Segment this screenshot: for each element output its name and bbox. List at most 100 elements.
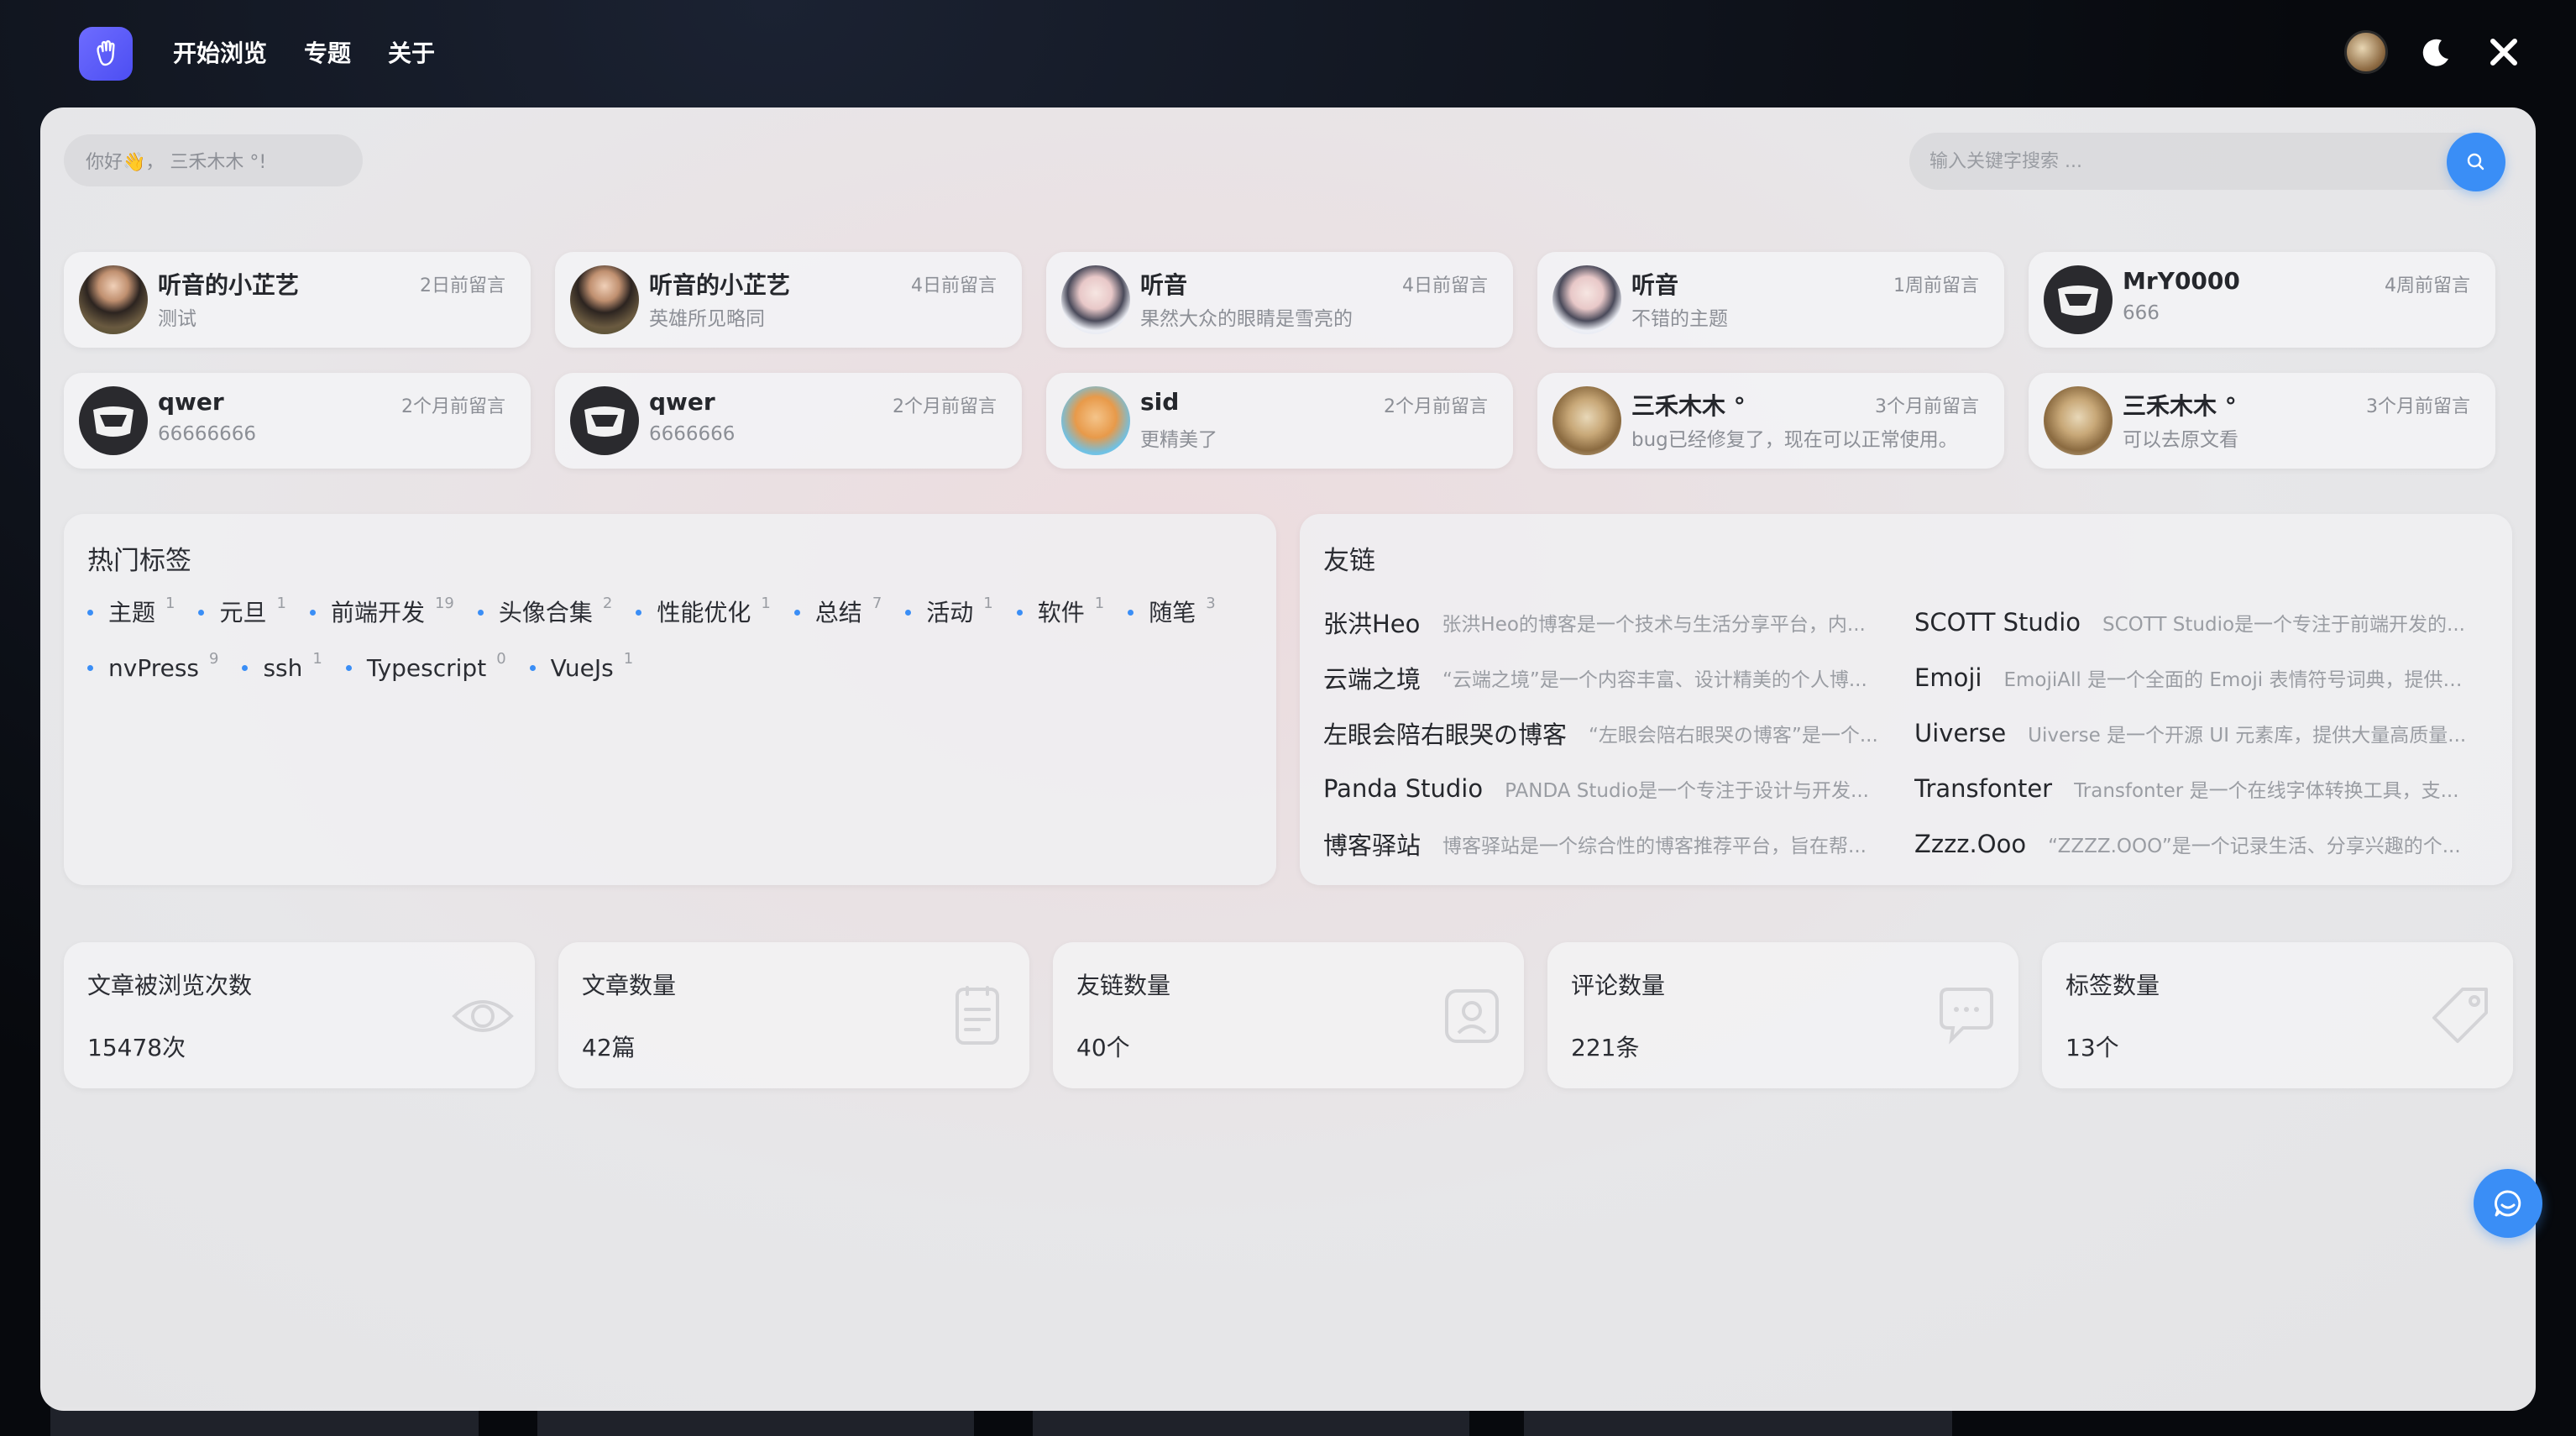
tag-item[interactable]: 性能优化 1 xyxy=(636,595,771,630)
comment-card[interactable]: 三禾木木 ° 3个月前留言 可以去原文看 xyxy=(2029,373,2495,469)
friend-link-name: 云端之境 xyxy=(1323,665,1422,694)
comment-card[interactable]: 三禾木木 ° 3个月前留言 bug已经修复了，现在可以正常使用。 xyxy=(1537,373,2004,469)
comment-author: qwer xyxy=(158,388,224,416)
stat-value: 13个 xyxy=(2066,1034,2119,1061)
friend-link[interactable]: Transfonter Transfonter 是一个在线字体转换工具，支... xyxy=(1914,761,2499,816)
chat-button[interactable] xyxy=(2474,1169,2542,1238)
tag-dot xyxy=(636,610,642,616)
comment-card[interactable]: sid 2个月前留言 更精美了 xyxy=(1046,373,1513,469)
stat-label: 文章数量 xyxy=(582,972,677,999)
comment-text: bug已经修复了，现在可以正常使用。 xyxy=(1631,429,1958,451)
comment-author: 听音的小芷艺 xyxy=(649,271,791,299)
tag-dot xyxy=(87,665,93,671)
tag-item[interactable]: 前端开发 19 xyxy=(309,595,454,630)
friend-link-list: 张洪Heo 张洪Heo的博客是一个技术与生活分享平台，内... SCOTT Stu… xyxy=(1323,595,2499,872)
friend-link[interactable]: 张洪Heo 张洪Heo的博客是一个技术与生活分享平台，内... xyxy=(1323,595,1914,650)
comment-card[interactable]: qwer 2个月前留言 66666666 xyxy=(64,373,531,469)
top-navigation: 开始浏览 专题 关于 xyxy=(0,0,2576,107)
comment-card[interactable]: 听音的小芷艺 4日前留言 英雄所见略同 xyxy=(555,252,1022,348)
friend-link-name: Transfonter xyxy=(1914,774,2053,803)
search-box xyxy=(1909,133,2487,190)
nav-topics[interactable]: 专题 xyxy=(304,34,351,74)
tag-item[interactable]: ssh 1 xyxy=(242,650,322,685)
comment-text: 测试 xyxy=(158,308,196,330)
comment-card[interactable]: 听音的小芷艺 2日前留言 测试 xyxy=(64,252,531,348)
eye-icon xyxy=(452,1000,514,1032)
nav-links: 开始浏览 专题 关于 xyxy=(173,34,435,74)
friend-link-name: SCOTT Studio xyxy=(1914,608,2081,637)
tag-name: 元旦 xyxy=(219,599,267,626)
comment-time: 4日前留言 xyxy=(911,275,997,296)
tag-item[interactable]: 总结 7 xyxy=(793,595,882,630)
friend-link-desc: “云端之境”是一个内容丰富、设计精美的个人博... xyxy=(1442,669,1867,691)
tag-dot xyxy=(529,665,536,671)
friend-link-name: 博客驿站 xyxy=(1323,831,1422,860)
nav-about[interactable]: 关于 xyxy=(388,34,435,74)
comment-author: sid xyxy=(1140,388,1180,416)
friend-link-desc: “左眼会陪右眼哭の博客”是一个... xyxy=(1589,725,1878,747)
friend-link[interactable]: 左眼会陪右眼哭の博客 “左眼会陪右眼哭の博客”是一个... xyxy=(1323,705,1914,761)
comment-card[interactable]: 听音 4日前留言 果然大众的眼睛是雪亮的 xyxy=(1046,252,1513,348)
comment-text: 6666666 xyxy=(649,423,736,445)
site-stats: 文章被浏览次数 15478次 文章数量 42篇 友链数量 40个 评论数量 22… xyxy=(64,942,2513,1088)
comment-card[interactable]: 听音 1周前留言 不错的主题 xyxy=(1537,252,2004,348)
friend-link-desc: “ZZZZ.OOO”是一个记录生活、分享兴趣的个... xyxy=(2048,836,2461,857)
tag-item[interactable]: 元旦 1 xyxy=(198,595,286,630)
user-avatar[interactable] xyxy=(2344,30,2388,74)
tag-dot xyxy=(87,610,93,616)
dark-mode-toggle[interactable] xyxy=(2413,30,2457,74)
comment-card[interactable]: MrY0000 4周前留言 666 xyxy=(2029,252,2495,348)
comment-time: 4周前留言 xyxy=(2385,275,2470,296)
nav-browse[interactable]: 开始浏览 xyxy=(173,34,267,74)
comment-card[interactable]: qwer 2个月前留言 6666666 xyxy=(555,373,1022,469)
tag-item[interactable]: 软件 1 xyxy=(1016,595,1105,630)
tag-item[interactable]: 头像合集 2 xyxy=(477,595,612,630)
tag-count: 9 xyxy=(209,650,219,668)
stat-label: 标签数量 xyxy=(2066,972,2160,999)
friend-link-desc: Transfonter 是一个在线字体转换工具，支... xyxy=(2074,780,2459,802)
tag-count: 1 xyxy=(761,595,771,612)
friend-link[interactable]: 博客驿站 博客驿站是一个综合性的博客推荐平台，旨在帮... xyxy=(1323,816,1914,872)
comment-author: 三禾木木 ° xyxy=(1631,392,1746,420)
tag-name: 随笔 xyxy=(1149,599,1196,626)
friend-link[interactable]: 云端之境 “云端之境”是一个内容丰富、设计精美的个人博... xyxy=(1323,650,1914,705)
tag-item[interactable]: VueJs 1 xyxy=(529,650,633,685)
friend-link[interactable]: Zzzz.Ooo “ZZZZ.OOO”是一个记录生活、分享兴趣的个... xyxy=(1914,816,2499,872)
stat-value: 42篇 xyxy=(582,1034,636,1061)
comment-time: 2日前留言 xyxy=(420,275,505,296)
friend-link[interactable]: Emoji EmojiAll 是一个全面的 Emoji 表情符号词典，提供丰... xyxy=(1914,650,2499,705)
friend-link[interactable]: Panda Studio PANDA Studio是一个专注于设计与开发... xyxy=(1323,761,1914,816)
tag-item[interactable]: Typescript 0 xyxy=(345,650,506,685)
tag-name: 头像合集 xyxy=(498,599,593,626)
search-input[interactable] xyxy=(1929,150,2400,172)
site-logo[interactable] xyxy=(79,27,133,81)
tag-name: 总结 xyxy=(814,599,862,626)
tag-name: 前端开发 xyxy=(330,599,425,626)
tag-item[interactable]: 随笔 3 xyxy=(1128,595,1216,630)
cat-avatar xyxy=(1552,386,1621,455)
tag-dot xyxy=(477,610,484,616)
comment-author: qwer xyxy=(649,388,715,416)
tag-dot xyxy=(1128,610,1134,616)
friend-link-desc: PANDA Studio是一个专注于设计与开发... xyxy=(1505,780,1869,802)
recent-comments: 听音的小芷艺 2日前留言 测试 听音的小芷艺 4日前留言 英雄所见略同 听音 4… xyxy=(64,252,2532,469)
stat-value: 15478次 xyxy=(87,1034,186,1061)
comment-time: 2个月前留言 xyxy=(1384,396,1488,417)
tag-item[interactable]: 活动 1 xyxy=(905,595,993,630)
friend-link[interactable]: Uiverse Uiverse 是一个开源 UI 元素库，提供大量高质量... xyxy=(1914,705,2499,761)
comment-time: 2个月前留言 xyxy=(401,396,505,417)
search-button[interactable] xyxy=(2447,133,2505,191)
stat-card-views: 文章被浏览次数 15478次 xyxy=(64,942,535,1088)
tag-count: 1 xyxy=(1094,595,1105,612)
tag-dot xyxy=(309,610,316,616)
comment-text: 英雄所见略同 xyxy=(649,308,765,330)
cartoon-avatar xyxy=(1061,386,1130,455)
friend-link[interactable]: SCOTT Studio SCOTT Studio是一个专注于前端开发的... xyxy=(1914,595,2499,650)
stat-card-articles: 文章数量 42篇 xyxy=(558,942,1029,1088)
tag-item[interactable]: nvPress 9 xyxy=(87,650,218,685)
search-icon xyxy=(2467,153,2484,170)
hot-tags-title: 热门标签 xyxy=(87,546,191,576)
close-button[interactable] xyxy=(2482,30,2526,74)
tag-item[interactable]: 主题 1 xyxy=(87,595,175,630)
friend-link-desc: Uiverse 是一个开源 UI 元素库，提供大量高质量... xyxy=(2028,725,2467,747)
